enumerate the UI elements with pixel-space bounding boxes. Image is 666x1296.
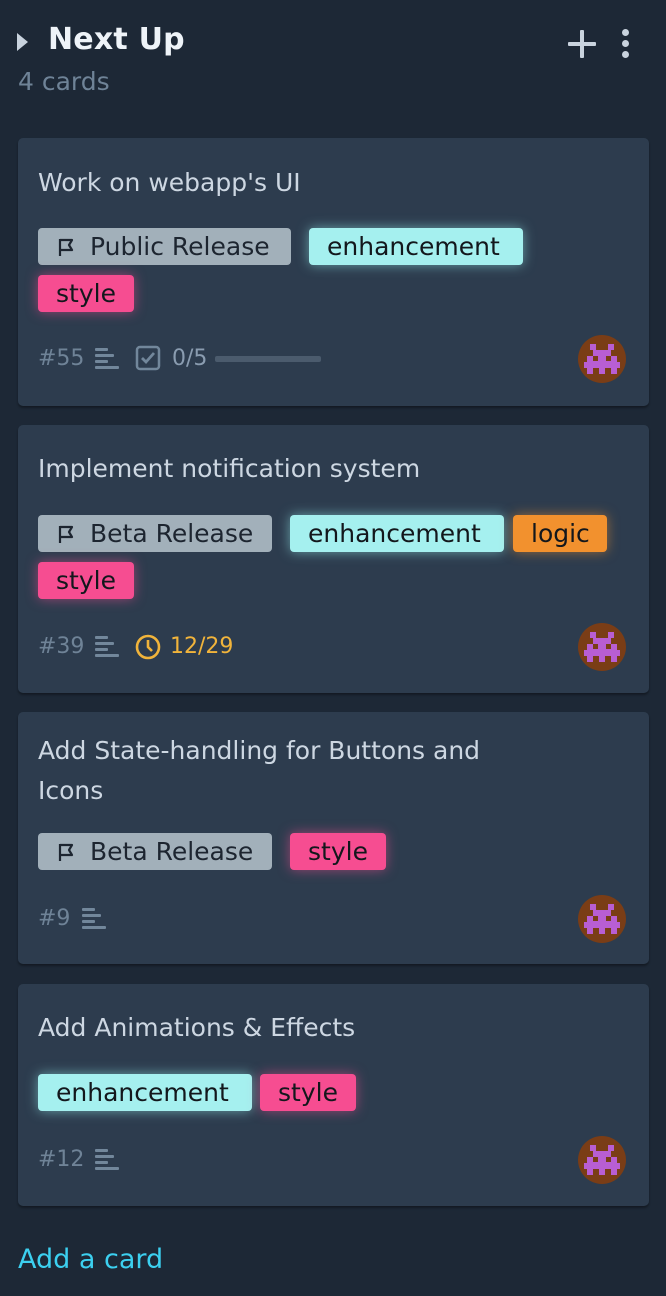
description-icon <box>95 1149 121 1171</box>
checklist-progress <box>215 356 321 362</box>
card-meta: #12 <box>38 1145 238 1175</box>
card-count: 4 cards <box>18 67 110 96</box>
milestone-text: Beta Release <box>90 837 254 866</box>
more-options-icon[interactable] <box>619 28 633 60</box>
card[interactable]: Work on webapp's UI Public Release enhan… <box>18 138 649 406</box>
issue-number: #55 <box>38 346 85 371</box>
issue-number: #39 <box>38 634 85 659</box>
description-icon <box>95 636 121 658</box>
milestone-text: Beta Release <box>90 519 254 548</box>
add-icon[interactable] <box>566 28 598 60</box>
assignee-avatar[interactable] <box>578 1136 626 1184</box>
assignee-avatar[interactable] <box>578 623 626 671</box>
label-style[interactable]: style <box>38 562 134 599</box>
card[interactable]: Add State-handling for Buttons and Icons… <box>18 712 649 964</box>
clock-icon <box>135 634 161 660</box>
description-icon <box>95 348 121 370</box>
milestone-label[interactable]: Beta Release <box>38 833 272 870</box>
label-logic[interactable]: logic <box>513 515 607 552</box>
issue-number: #9 <box>38 906 71 931</box>
card-title: Add State-handling for Buttons and Icons <box>38 736 481 805</box>
card[interactable]: Implement notification system Beta Relea… <box>18 425 649 693</box>
flag-icon <box>58 525 74 543</box>
collapse-caret-icon[interactable] <box>17 33 28 51</box>
card-title: Implement notification system <box>38 454 421 483</box>
assignee-avatar[interactable] <box>578 895 626 943</box>
label-enhancement[interactable]: enhancement <box>38 1074 252 1111</box>
checklist-icon <box>135 345 161 371</box>
due-date: 12/29 <box>170 634 234 659</box>
label-style[interactable]: style <box>290 833 386 870</box>
milestone-text: Public Release <box>90 232 270 261</box>
milestone-label[interactable]: Public Release <box>38 228 291 265</box>
column-header: Next Up 4 cards <box>0 0 666 110</box>
card[interactable]: Add Animations & Effects enhancement sty… <box>18 984 649 1206</box>
kanban-column: Next Up 4 cards Work on webapp's UI Publ… <box>0 0 666 1296</box>
description-icon <box>82 908 108 930</box>
card-meta: #9 <box>38 904 238 934</box>
card-meta: #39 12/29 <box>38 632 438 662</box>
flag-icon <box>58 843 74 861</box>
label-enhancement[interactable]: enhancement <box>290 515 504 552</box>
card-meta: #55 0/5 <box>38 344 438 374</box>
card-title: Add Animations & Effects <box>38 1013 356 1042</box>
issue-number: #12 <box>38 1147 85 1172</box>
card-title: Work on webapp's UI <box>38 168 301 197</box>
milestone-label[interactable]: Beta Release <box>38 515 272 552</box>
flag-icon <box>58 238 74 256</box>
label-style[interactable]: style <box>260 1074 356 1111</box>
checklist-count: 0/5 <box>172 346 208 371</box>
label-enhancement[interactable]: enhancement <box>309 228 523 265</box>
column-title: Next Up <box>48 22 185 57</box>
label-style[interactable]: style <box>38 275 134 312</box>
add-card-link[interactable]: Add a card <box>18 1244 163 1275</box>
assignee-avatar[interactable] <box>578 335 626 383</box>
